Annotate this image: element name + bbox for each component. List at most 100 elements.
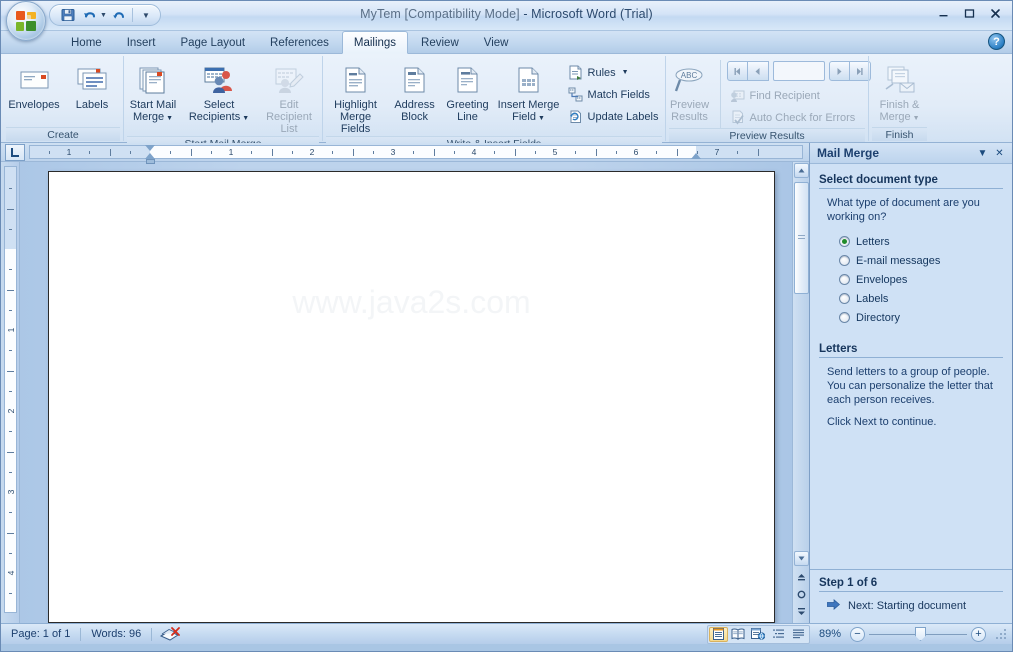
word-count-indicator[interactable]: Words: 96 [81, 624, 151, 645]
scroll-down-button[interactable] [794, 551, 809, 566]
proofing-errors-icon[interactable] [152, 626, 188, 642]
vertical-ruler-track[interactable]: 1 2 3 4 [4, 166, 17, 613]
maximize-button[interactable] [958, 5, 980, 21]
ruler-tick [615, 150, 617, 154]
highlight-merge-fields-button[interactable]: Highlight Merge Fields [323, 60, 389, 136]
previous-page-button[interactable] [794, 570, 809, 585]
horizontal-ruler-track[interactable]: 1 1 2 3 4 5 6 7 [29, 145, 803, 164]
radio-email-messages-icon[interactable] [839, 255, 850, 266]
finish-and-merge-dropdown-icon[interactable]: ▼ [913, 115, 920, 122]
resize-grip[interactable] [994, 627, 1008, 641]
close-icon[interactable]: ✕ [991, 146, 1008, 161]
radio-directory-icon[interactable] [839, 312, 850, 323]
radio-letters-label: Letters [856, 235, 890, 248]
customize-quick-access-toolbar-icon[interactable]: ▼ [136, 6, 156, 24]
tab-home[interactable]: Home [59, 32, 114, 53]
web-layout-view-button[interactable] [749, 627, 768, 642]
window-title-app: Microsoft Word (Trial) [531, 7, 653, 21]
zoom-out-button[interactable]: − [850, 626, 865, 642]
page-indicator[interactable]: Page: 1 of 1 [1, 624, 80, 645]
record-number-input[interactable] [772, 61, 825, 81]
greeting-line-button[interactable]: Greeting Line [441, 60, 495, 124]
scroll-up-button[interactable] [794, 163, 809, 178]
quick-access-toolbar: ▼ ▼ [49, 4, 161, 26]
office-button[interactable] [6, 1, 46, 41]
zoom-level-label[interactable]: 89% [819, 628, 841, 640]
radio-letters-icon[interactable] [839, 236, 850, 247]
first-line-indent-marker[interactable] [145, 145, 155, 151]
print-layout-view-button[interactable] [708, 626, 728, 642]
radio-option-directory[interactable]: Directory [839, 308, 1003, 327]
task-pane-footer: Step 1 of 6 Next: Starting document [810, 569, 1012, 623]
next-step-link[interactable]: Next: Starting document [826, 599, 1003, 613]
select-recipients-button[interactable]: Select Recipients ▼ [184, 60, 254, 126]
ribbon-group-write-insert-fields: Highlight Merge Fields Address Block Gre… [322, 56, 666, 150]
finish-and-merge-button[interactable]: Finish & Merge ▼ [872, 60, 928, 126]
redo-icon[interactable] [109, 6, 129, 24]
radio-envelopes-icon[interactable] [839, 274, 850, 285]
tab-view[interactable]: View [472, 32, 521, 53]
vertical-scrollbar[interactable] [792, 162, 809, 623]
outline-view-button[interactable] [769, 627, 788, 642]
tab-mailings[interactable]: Mailings [341, 31, 409, 54]
tab-references[interactable]: References [258, 32, 341, 53]
ruler-tick [291, 150, 293, 154]
vertical-scrollbar-thumb[interactable] [794, 182, 809, 294]
workspace: 11234567 1234 www.java2s.com Mail Merge … [1, 143, 1012, 623]
select-recipients-dropdown-icon[interactable]: ▼ [242, 115, 249, 122]
tab-page-layout[interactable]: Page Layout [168, 32, 257, 53]
undo-dropdown-icon[interactable]: ▼ [100, 12, 107, 19]
document-page[interactable]: www.java2s.com [48, 171, 775, 623]
rules-dropdown-icon[interactable]: ▼ [622, 69, 629, 76]
save-icon[interactable] [58, 6, 78, 24]
radio-option-email-messages[interactable]: E-mail messages [839, 251, 1003, 270]
start-mail-merge-dropdown-icon[interactable]: ▼ [166, 115, 173, 122]
radio-option-labels[interactable]: Labels [839, 289, 1003, 308]
first-record-button[interactable] [726, 61, 748, 81]
close-button[interactable] [984, 5, 1006, 21]
undo-icon[interactable] [80, 6, 100, 24]
update-labels-label: Update Labels [587, 110, 659, 123]
radio-labels-icon[interactable] [839, 293, 850, 304]
envelopes-icon [19, 63, 50, 97]
match-fields-icon [567, 87, 584, 103]
tab-stop-selector[interactable] [5, 143, 25, 161]
zoom-in-button[interactable]: + [971, 626, 986, 642]
match-fields-button[interactable]: Match Fields [563, 84, 666, 105]
ruler-tick [109, 148, 111, 156]
preview-results-button[interactable]: ABC Preview Results [664, 60, 716, 124]
auto-check-for-errors-icon [729, 110, 746, 126]
ruler-tick [696, 150, 698, 154]
next-page-button[interactable] [794, 604, 809, 619]
select-browse-object-button[interactable] [794, 587, 809, 602]
address-block-button[interactable]: Address Block [389, 60, 441, 124]
envelopes-button[interactable]: Envelopes [5, 60, 63, 124]
zoom-slider-thumb[interactable] [915, 627, 926, 641]
right-indent-marker[interactable] [691, 153, 701, 159]
vertical-ruler-tick [7, 289, 14, 291]
next-record-button[interactable] [828, 61, 850, 81]
minimize-button[interactable] [932, 5, 954, 21]
rules-button[interactable]: Rules ▼ [563, 62, 666, 83]
vertical-ruler-tick [9, 512, 12, 514]
greeting-line-label-line2: Line [457, 111, 478, 123]
start-mail-merge-button[interactable]: Start Mail Merge ▼ [122, 60, 184, 126]
next-step-label: Next: Starting document [848, 600, 967, 612]
ruler-tick [271, 148, 273, 156]
radio-option-letters[interactable]: Letters [839, 232, 1003, 251]
zoom-slider[interactable]: − + [850, 626, 986, 642]
tab-review[interactable]: Review [409, 32, 471, 53]
update-labels-button[interactable]: Update Labels [563, 106, 666, 127]
chevron-down-icon[interactable]: ▼ [974, 146, 991, 161]
full-screen-reading-view-button[interactable] [729, 627, 748, 642]
insert-merge-field-button[interactable]: Insert Merge Field ▼ [495, 60, 563, 126]
browse-object-controls [794, 570, 809, 621]
labels-button[interactable]: Labels [63, 60, 121, 124]
previous-record-button[interactable] [747, 61, 769, 81]
zoom-slider-track[interactable] [869, 627, 967, 642]
help-icon[interactable]: ? [988, 33, 1005, 50]
tab-insert[interactable]: Insert [115, 32, 168, 53]
insert-merge-field-dropdown-icon[interactable]: ▼ [538, 115, 545, 122]
draft-view-button[interactable] [789, 627, 808, 642]
radio-option-envelopes[interactable]: Envelopes [839, 270, 1003, 289]
